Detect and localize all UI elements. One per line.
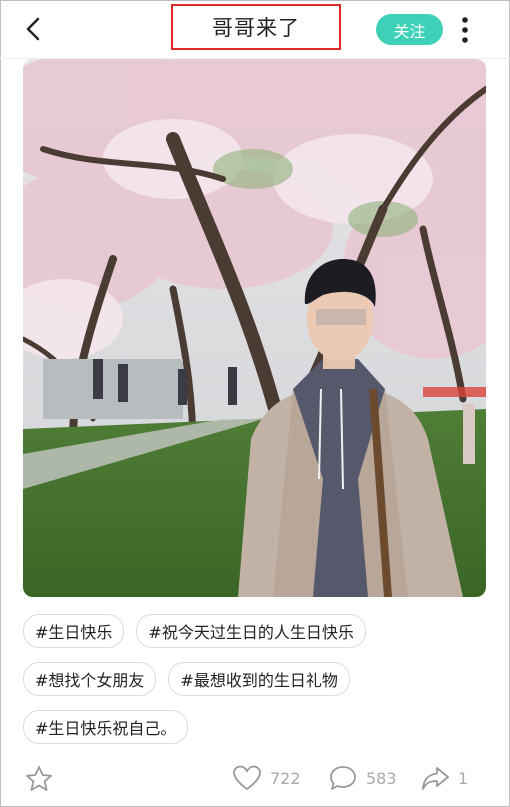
tag-row: #想找个女朋友 #最想收到的生日礼物: [23, 662, 493, 696]
comment-count: 583: [366, 768, 397, 788]
tag-row: #生日快乐 #祝今天过生日的人生日快乐: [23, 614, 493, 648]
hashtag-chip[interactable]: #最想收到的生日礼物: [168, 662, 350, 696]
heart-icon: [233, 765, 261, 791]
hashtag-chip[interactable]: #生日快乐: [23, 614, 125, 648]
follow-button[interactable]: 关注: [376, 14, 443, 45]
action-bar: 722 583 1: [0, 760, 510, 800]
top-bar: 哥哥来了 关注: [0, 0, 510, 59]
share-count: 1: [458, 768, 469, 788]
hashtag-chip[interactable]: #祝今天过生日的人生日快乐: [136, 614, 366, 648]
hashtag-list: #生日快乐 #祝今天过生日的人生日快乐 #想找个女朋友 #最想收到的生日礼物 #…: [23, 614, 493, 758]
share-arrow-icon: [422, 767, 449, 790]
like-count: 722: [270, 768, 301, 788]
like-button[interactable]: 722: [232, 764, 301, 792]
photo-illustration: [23, 59, 486, 597]
comment-bubble-icon: [330, 766, 356, 790]
more-options-icon[interactable]: [456, 14, 474, 46]
hashtag-chip[interactable]: #生日快乐祝自己。: [23, 710, 189, 744]
page-title: 哥哥来了: [171, 4, 341, 50]
share-button[interactable]: 1: [420, 764, 468, 792]
tag-row: #生日快乐祝自己。: [23, 710, 493, 744]
post-photo[interactable]: [23, 59, 486, 597]
hashtag-chip[interactable]: #想找个女朋友: [23, 662, 157, 696]
back-arrow-icon[interactable]: [20, 14, 50, 44]
comment-button[interactable]: 583: [328, 764, 397, 792]
star-icon[interactable]: [24, 764, 54, 794]
